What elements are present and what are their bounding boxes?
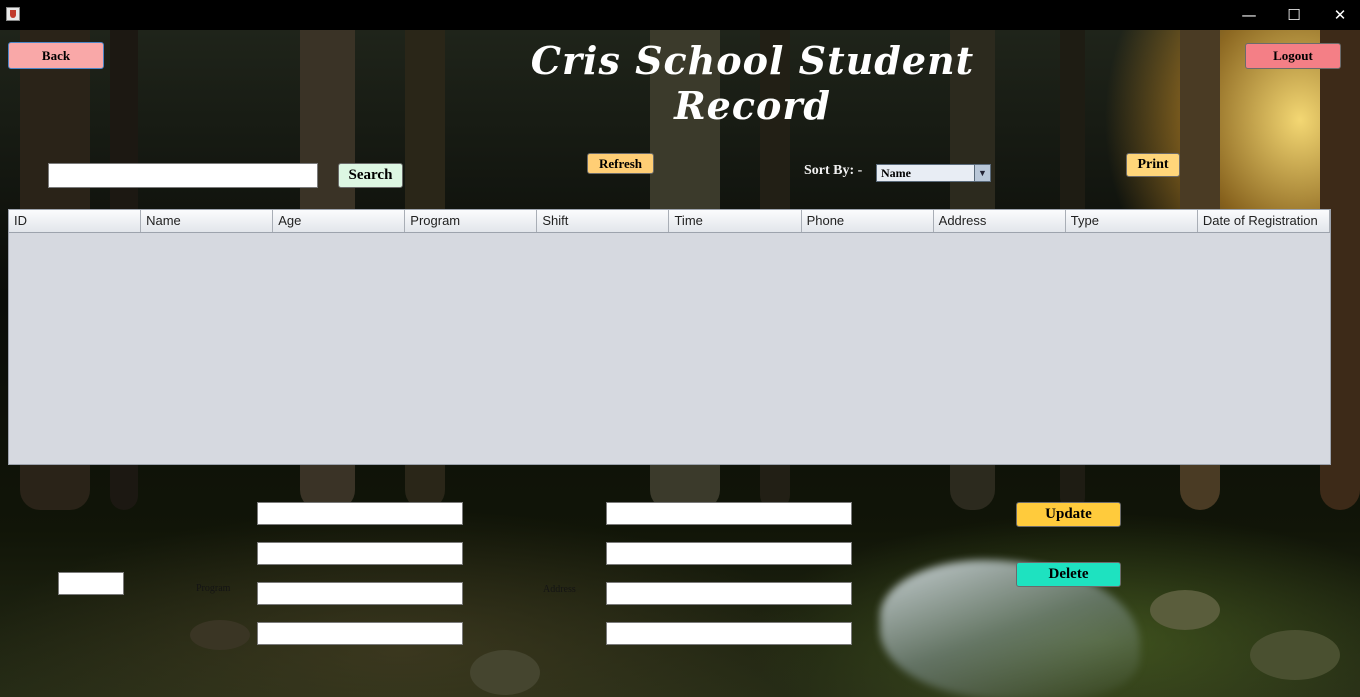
column-header-id[interactable]: ID	[9, 210, 142, 232]
program-field[interactable]	[257, 582, 463, 605]
sort-by-select[interactable]: Name ▼	[876, 164, 991, 182]
column-header-type[interactable]: Type	[1066, 210, 1198, 232]
logout-button[interactable]: Logout	[1245, 43, 1341, 69]
time-field[interactable]	[606, 502, 852, 525]
column-header-time[interactable]: Time	[669, 210, 802, 232]
refresh-button[interactable]: Refresh	[587, 153, 654, 174]
sort-by-value: Name	[881, 166, 911, 180]
back-button[interactable]: Back	[8, 42, 104, 69]
rock	[1250, 630, 1340, 680]
column-header-age[interactable]: Age	[273, 210, 406, 232]
rock	[1150, 590, 1220, 630]
column-header-date-of-registration[interactable]: Date of Registration	[1198, 210, 1330, 232]
phone-field[interactable]	[606, 542, 852, 565]
age-field[interactable]	[257, 542, 463, 565]
shift-field[interactable]	[257, 622, 463, 645]
sort-by-label: Sort By: -	[804, 163, 863, 178]
update-button[interactable]: Update	[1016, 502, 1121, 527]
search-input[interactable]	[48, 163, 318, 188]
id-field[interactable]	[58, 572, 124, 595]
rock	[190, 620, 250, 650]
minimize-button[interactable]: —	[1226, 0, 1272, 30]
column-header-name[interactable]: Name	[141, 210, 274, 232]
column-header-program[interactable]: Program	[405, 210, 538, 232]
name-field[interactable]	[257, 502, 463, 525]
close-button[interactable]: ✕	[1317, 0, 1360, 30]
column-header-address[interactable]: Address	[934, 210, 1066, 232]
java-app-icon	[6, 7, 20, 21]
program-label: Program	[196, 583, 231, 594]
page-title: Cris School Student Record	[530, 38, 975, 128]
window-title-bar: — ☐ ✕	[0, 0, 1360, 30]
student-records-table[interactable]: ID Name Age Program Shift Time Phone Add…	[8, 209, 1331, 465]
maximize-button[interactable]: ☐	[1271, 0, 1317, 30]
table-header: ID Name Age Program Shift Time Phone Add…	[9, 210, 1330, 233]
chevron-down-icon[interactable]: ▼	[974, 165, 990, 181]
print-button[interactable]: Print	[1126, 153, 1180, 177]
address-label: Address	[543, 584, 576, 595]
delete-button[interactable]: Delete	[1016, 562, 1121, 587]
search-button[interactable]: Search	[338, 163, 403, 188]
type-field[interactable]	[606, 622, 852, 645]
column-header-shift[interactable]: Shift	[537, 210, 670, 232]
address-field[interactable]	[606, 582, 852, 605]
rock	[470, 650, 540, 695]
column-header-phone[interactable]: Phone	[802, 210, 934, 232]
